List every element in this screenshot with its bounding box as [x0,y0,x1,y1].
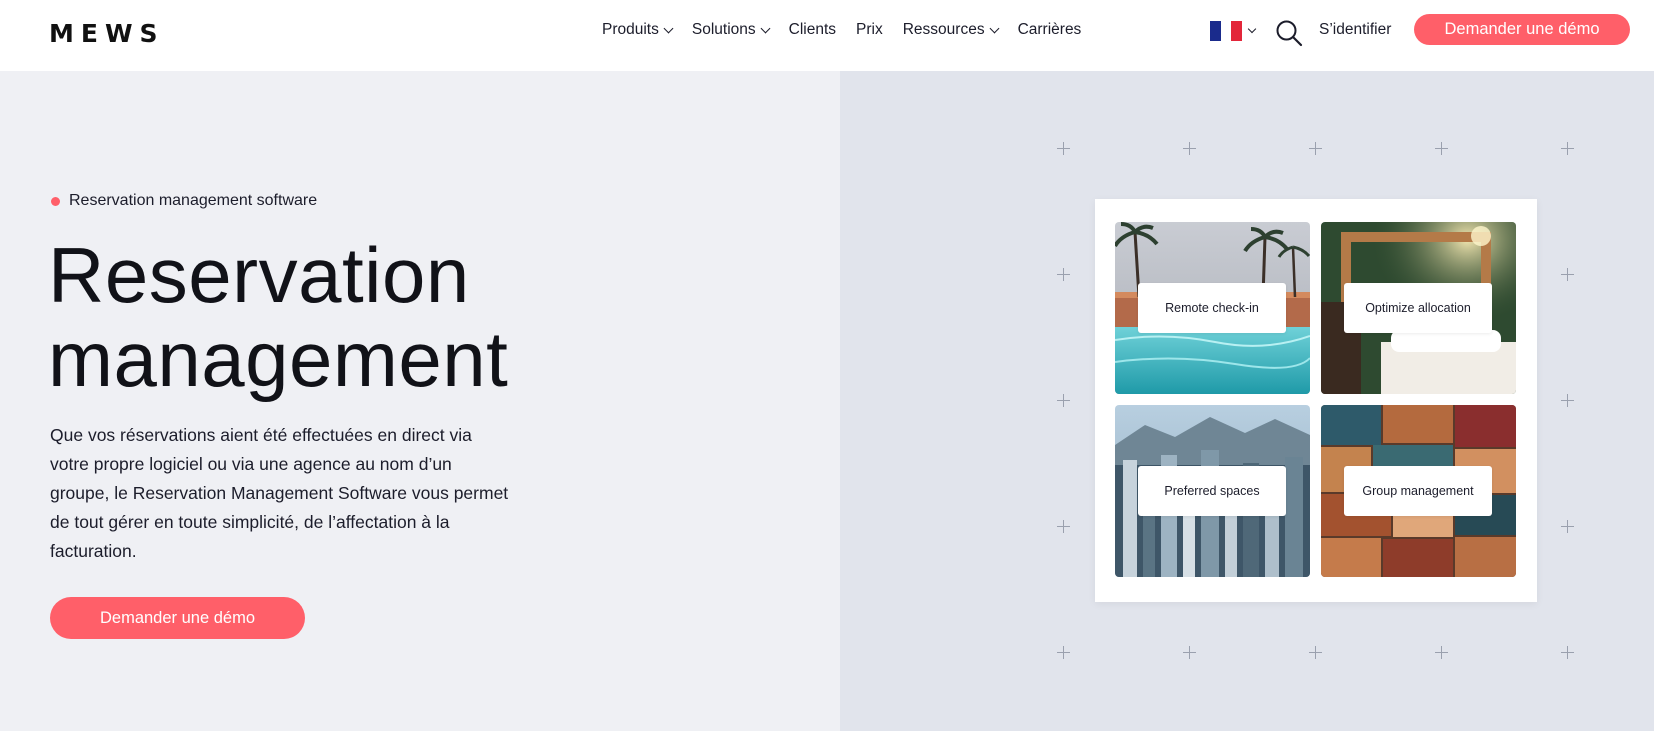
plus-decoration-icon [1057,520,1070,533]
chevron-down-icon [989,23,1000,33]
feature-card: Remote check-in Optimize allocation Pref… [1095,199,1537,602]
plus-decoration-icon [1561,646,1574,659]
language-selector[interactable] [1210,21,1257,41]
plus-decoration-icon [1309,646,1322,659]
nav-item-label: Prix [856,21,883,38]
chevron-down-icon [760,23,771,33]
nav-item-solutions[interactable]: Solutions [691,21,771,39]
nav-item-produits[interactable]: Produits [602,21,674,39]
plus-decoration-icon [1561,142,1574,155]
hero-title: Reservation management [48,231,509,403]
bullet-dot-icon [51,196,60,206]
nav-item-label: Produits [602,21,659,38]
plus-decoration-icon [1057,394,1070,407]
search-icon[interactable] [1275,19,1303,47]
nav-item-label: Carrières [1017,21,1082,38]
nav-item-prix[interactable]: Prix [856,21,883,39]
chevron-down-icon [663,23,674,33]
hero-eyebrow-label: Reservation management software [69,192,318,209]
feature-tile[interactable]: Preferred spaces [1115,405,1310,577]
plus-decoration-icon [1435,142,1448,155]
request-demo-button[interactable]: Demander une démo [1414,14,1630,45]
page-bottom-divider [0,731,1654,741]
nav-item-ressources[interactable]: Ressources [902,21,1000,39]
tile-label: Remote check-in [1138,283,1286,333]
hero-description: Que vos réservations aient été effectuée… [50,425,509,561]
chevron-down-icon [1247,24,1257,34]
nav-item-clients[interactable]: Clients [789,21,836,39]
plus-decoration-icon [1561,394,1574,407]
nav-item-carrieres[interactable]: Carrières [1018,21,1082,39]
feature-tile[interactable]: Group management [1321,405,1516,577]
nav-item-label: Solutions [691,21,756,38]
tile-label: Group management [1344,466,1492,516]
france-flag-icon [1210,21,1243,41]
plus-decoration-icon [1561,520,1574,533]
nav-item-label: Clients [788,21,837,38]
hero-request-demo-button[interactable]: Demander une démo [50,597,305,639]
plus-decoration-icon [1309,142,1322,155]
plus-decoration-icon [1435,646,1448,659]
tile-label: Optimize allocation [1344,283,1492,333]
signin-link[interactable]: S’identifier [1319,21,1391,39]
feature-tile[interactable]: Remote check-in [1115,222,1310,394]
nav-item-label: Ressources [902,21,985,38]
plus-decoration-icon [1057,142,1070,155]
site-header: MEWS Produits Solutions Clients Prix Res… [0,0,1654,71]
tile-label: Preferred spaces [1138,466,1286,516]
plus-decoration-icon [1057,646,1070,659]
plus-decoration-icon [1057,268,1070,281]
feature-tile[interactable]: Optimize allocation [1321,222,1516,394]
plus-decoration-icon [1183,646,1196,659]
plus-decoration-icon [1183,142,1196,155]
plus-decoration-icon [1561,268,1574,281]
hero-eyebrow: Reservation management software [51,192,317,210]
main-nav: Produits Solutions Clients Prix Ressourc… [602,21,1101,39]
mews-logo[interactable]: MEWS [49,19,165,48]
